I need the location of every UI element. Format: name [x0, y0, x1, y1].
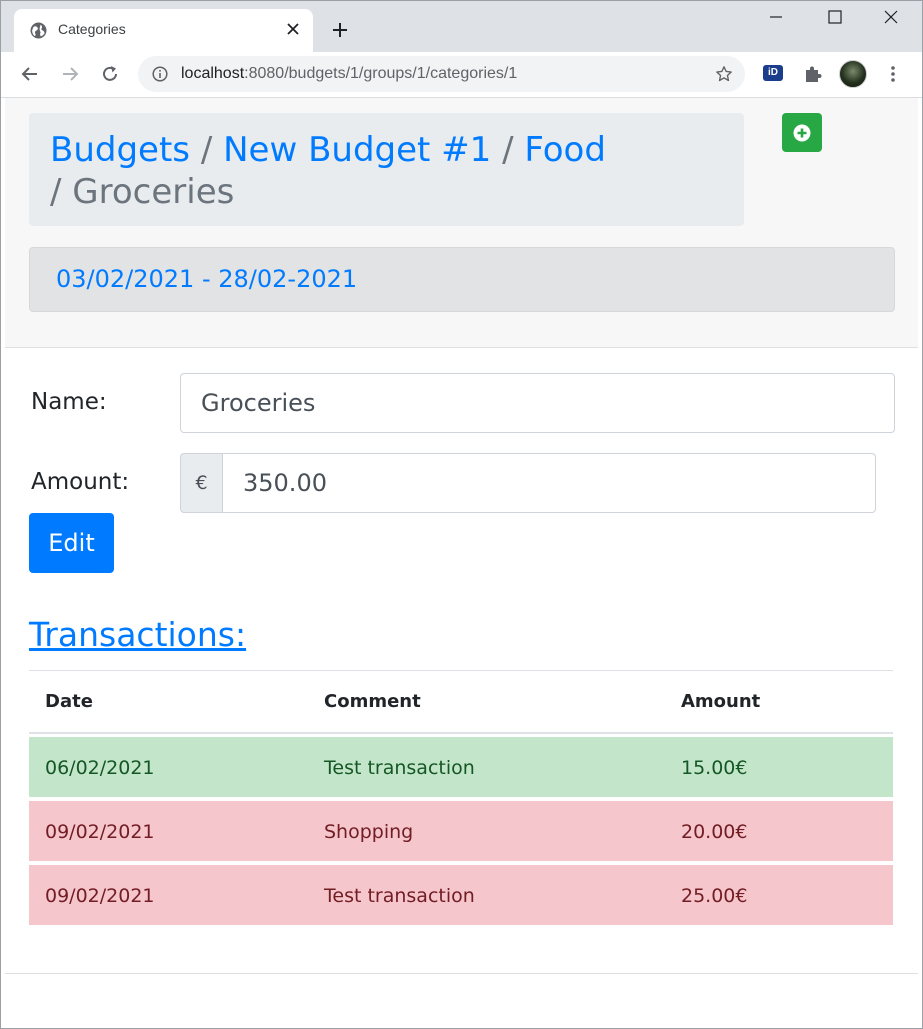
breadcrumb-budget[interactable]: New Budget #1 — [223, 130, 491, 170]
name-label: Name: — [31, 389, 107, 415]
minimize-icon[interactable] — [766, 7, 786, 27]
address-bar[interactable]: localhost:8080/budgets/1/groups/1/catego… — [138, 56, 745, 92]
breadcrumb: Budgets / New Budget #1 / Food / Groceri… — [29, 113, 744, 226]
page-content: Budgets / New Budget #1 / Food / Groceri… — [5, 98, 918, 1029]
name-input[interactable]: Groceries — [180, 373, 895, 433]
id-extension-icon[interactable]: iD — [763, 65, 783, 81]
url-text: localhost:8080/budgets/1/groups/1/catego… — [181, 65, 517, 83]
browser-title-bar: Categories — [0, 0, 923, 52]
breadcrumb-separator: / — [502, 130, 514, 170]
breadcrumb-active: Groceries — [72, 172, 235, 212]
amount-input[interactable]: 350.00 — [222, 453, 876, 513]
forward-icon[interactable] — [60, 64, 80, 84]
breadcrumb-group[interactable]: Food — [524, 130, 606, 170]
add-transaction-button[interactable] — [782, 113, 822, 152]
column-header-comment: Comment — [324, 691, 421, 712]
maximize-icon[interactable] — [825, 7, 845, 27]
browser-tab[interactable]: Categories — [14, 9, 313, 52]
tab-title: Categories — [58, 21, 126, 37]
browser-menu-icon[interactable] — [884, 64, 902, 84]
column-header-amount: Amount — [681, 691, 761, 712]
row-date: 06/02/2021 — [45, 757, 155, 779]
table-row[interactable]: 06/02/2021 Test transaction 15.00€ — [29, 737, 893, 797]
date-range-alert: 03/02/2021 - 28/02-2021 — [29, 247, 895, 312]
close-window-icon[interactable] — [881, 7, 901, 27]
plus-circle-icon — [793, 124, 811, 142]
page-header: Budgets / New Budget #1 / Food / Groceri… — [5, 98, 918, 348]
row-amount: 25.00€ — [681, 885, 748, 907]
row-comment: Test transaction — [324, 885, 475, 907]
info-icon[interactable] — [152, 66, 168, 82]
date-range: 03/02/2021 - 28/02-2021 — [56, 265, 358, 293]
edit-button[interactable]: Edit — [29, 513, 114, 573]
amount-label: Amount: — [31, 469, 130, 495]
transactions-heading[interactable]: Transactions: — [29, 615, 246, 654]
row-date: 09/02/2021 — [45, 885, 155, 907]
column-header-date: Date — [45, 691, 93, 712]
globe-icon — [30, 22, 47, 39]
url-path: :8080/budgets/1/groups/1/categories/1 — [244, 65, 518, 82]
extensions-puzzle-icon[interactable] — [802, 63, 824, 85]
amount-input-group: € 350.00 — [180, 453, 876, 513]
close-tab-icon[interactable] — [285, 21, 301, 37]
table-header: Date Comment Amount — [29, 670, 893, 734]
reload-icon[interactable] — [100, 64, 120, 84]
table-row[interactable]: 09/02/2021 Test transaction 25.00€ — [29, 865, 893, 925]
url-host: localhost — [181, 65, 245, 82]
breadcrumb-separator: / — [200, 130, 213, 170]
bookmark-star-icon[interactable] — [715, 65, 733, 83]
back-icon[interactable] — [20, 64, 40, 84]
row-amount: 20.00€ — [681, 821, 748, 843]
footer-divider — [5, 973, 918, 974]
row-comment: Test transaction — [324, 757, 475, 779]
profile-avatar[interactable] — [839, 60, 867, 88]
new-tab-icon[interactable] — [330, 20, 350, 40]
currency-prefix: € — [180, 453, 223, 513]
browser-toolbar: localhost:8080/budgets/1/groups/1/catego… — [0, 52, 923, 98]
row-comment: Shopping — [324, 821, 414, 843]
row-date: 09/02/2021 — [45, 821, 155, 843]
row-amount: 15.00€ — [681, 757, 748, 779]
breadcrumb-separator: / — [50, 172, 62, 212]
breadcrumb-budgets[interactable]: Budgets — [50, 130, 190, 170]
table-row[interactable]: 09/02/2021 Shopping 20.00€ — [29, 801, 893, 861]
